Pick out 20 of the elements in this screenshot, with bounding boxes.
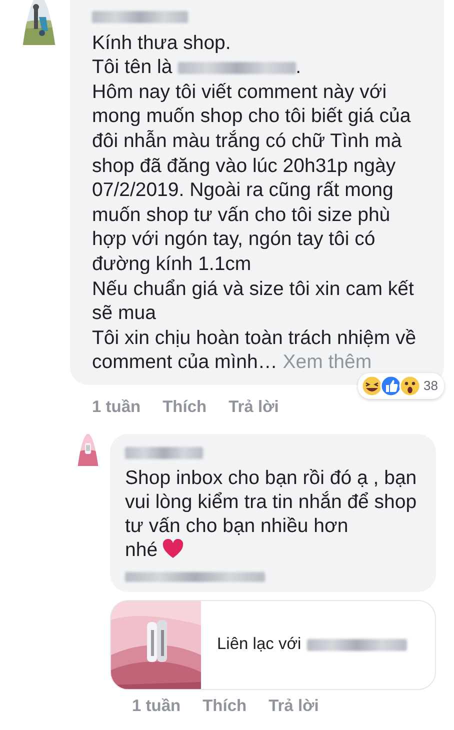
comment-text: Kính thưa shop. [92, 32, 231, 54]
like-link[interactable]: Thích [162, 394, 207, 420]
like-link[interactable]: Thích [202, 694, 247, 718]
link-preview-card[interactable]: Liên lạc với [110, 600, 436, 690]
thumbs-up-icon [380, 374, 402, 397]
heart-icon [162, 538, 184, 559]
comment-text: Tôi tên là . [92, 56, 302, 78]
reply-link[interactable]: Trả lời [268, 694, 319, 718]
reactions-pill[interactable]: 38 [358, 372, 444, 399]
comment-text: Hôm nay tôi viết comment này với mong muốn shop cho tôi biết giá của đôi nhẫn màu trắng có chữ Tình mà shop đã đăng vào lúc 20h31p ngày 07/2/2019. Ngoài ra cũng rất mong muốn shop tư vấn cho tôi size phù hợp với ngón tay, ngón tay tôi có đường kính 1.1cm [92, 80, 411, 275]
reply-link[interactable]: Trả lời [228, 394, 279, 420]
surprised-emoji-icon [398, 374, 421, 397]
comment-text: Nếu chuẩn giá và size tôi xin cam kết sẽ mua [92, 278, 414, 324]
comment-time: 1 tuần [92, 396, 141, 418]
comment-text: nhé [125, 538, 158, 561]
laughing-emoji-icon [360, 374, 383, 397]
see-more-link[interactable]: Xem thêm [282, 351, 372, 374]
reaction-count: 38 [424, 377, 438, 396]
comment-time: 1 tuần [132, 696, 181, 717]
preview-title: Liên lạc với [217, 634, 302, 656]
